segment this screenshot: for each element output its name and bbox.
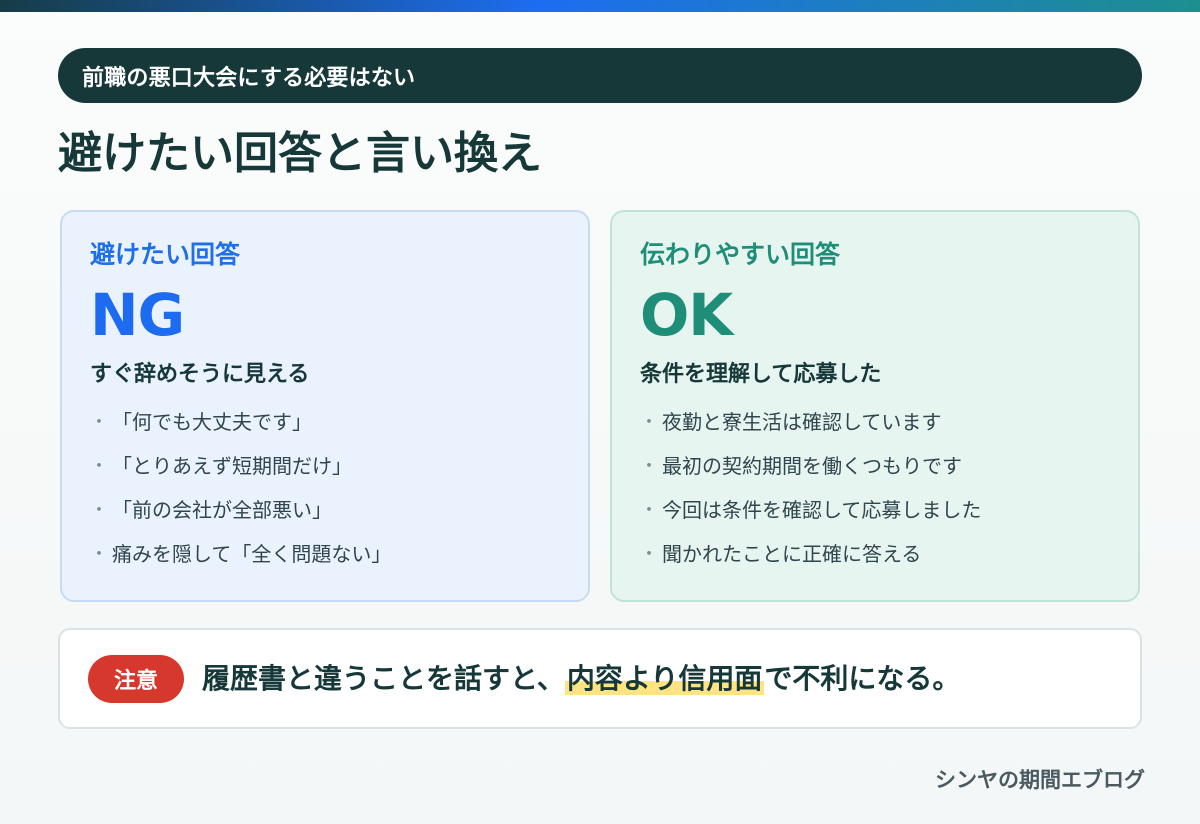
bullet-dot-icon: ・ [90,455,108,477]
ok-card-label: 伝わりやすい回答 [640,240,841,269]
warning-badge: 注意 [88,654,184,703]
warning-text-after: で不利になる。 [764,661,961,695]
ok-bullet-item: ・ 聞かれたことに正確に答える [640,542,1138,566]
footer-brand: シンヤの期間エブログ [935,768,1145,792]
bullet-dot-icon: ・ [90,411,108,433]
ok-bullet-list: ・ 夜勤と寮生活は確認しています ・ 最初の契約期間を働くつもりです ・ 今回は… [640,410,1138,566]
bullet-dot-icon: ・ [640,499,658,521]
ng-bullet-text: 痛みを隠して「全く問題ない」 [112,542,392,567]
ok-card-subtitle: 条件を理解して応募した [640,362,882,387]
top-gradient-bar [0,0,1200,12]
bullet-dot-icon: ・ [90,499,108,521]
ng-bullet-item: ・ 「とりあえず短期間だけ」 [90,454,588,478]
ok-bullet-text: 最初の契約期間を働くつもりです [662,454,962,479]
ng-bullet-list: ・ 「何でも大丈夫です」 ・ 「とりあえず短期間だけ」 ・ 「前の会社が全部悪い… [90,410,588,566]
ok-card-big: OK [640,281,733,349]
ng-card: 避けたい回答 NG すぐ辞めそうに見える ・ 「何でも大丈夫です」 ・ 「とりあ… [60,210,590,602]
top-banner: 前職の悪口大会にする必要はない [58,48,1142,103]
warning-note: 注意 履歴書と違うことを話すと、内容より信用面で不利になる。 [58,628,1142,729]
bullet-dot-icon: ・ [90,543,108,565]
bullet-dot-icon: ・ [640,455,658,477]
ng-card-label: 避けたい回答 [90,240,241,269]
ng-card-subtitle: すぐ辞めそうに見える [90,362,310,387]
ok-bullet-item: ・ 今回は条件を確認して応募しました [640,498,1138,522]
bullet-dot-icon: ・ [640,411,658,433]
ng-bullet-text: 「何でも大丈夫です」 [112,410,312,435]
ok-bullet-item: ・ 夜勤と寮生活は確認しています [640,410,1138,434]
page-title: 避けたい回答と言い換え [58,128,542,179]
ng-card-big: NG [90,281,185,349]
ng-bullet-text: 「とりあえず短期間だけ」 [112,454,352,479]
ok-bullet-text: 聞かれたことに正確に答える [662,542,922,567]
ok-bullet-item: ・ 最初の契約期間を働くつもりです [640,454,1138,478]
ng-bullet-item: ・ 「何でも大丈夫です」 [90,410,588,434]
ok-bullet-text: 今回は条件を確認して応募しました [662,498,982,523]
banner-text: 前職の悪口大会にする必要はない [82,65,416,91]
ng-bullet-text: 「前の会社が全部悪い」 [112,498,332,523]
ng-bullet-item: ・ 痛みを隠して「全く問題ない」 [90,542,588,566]
warning-text: 履歴書と違うことを話すと、内容より信用面で不利になる。 [202,661,961,696]
warning-text-highlight: 内容より信用面 [564,661,765,695]
warning-text-before: 履歴書と違うことを話すと、 [202,661,565,695]
ng-bullet-item: ・ 「前の会社が全部悪い」 [90,498,588,522]
bullet-dot-icon: ・ [640,543,658,565]
ok-card: 伝わりやすい回答 OK 条件を理解して応募した ・ 夜勤と寮生活は確認しています… [610,210,1140,602]
ok-bullet-text: 夜勤と寮生活は確認しています [662,410,942,435]
